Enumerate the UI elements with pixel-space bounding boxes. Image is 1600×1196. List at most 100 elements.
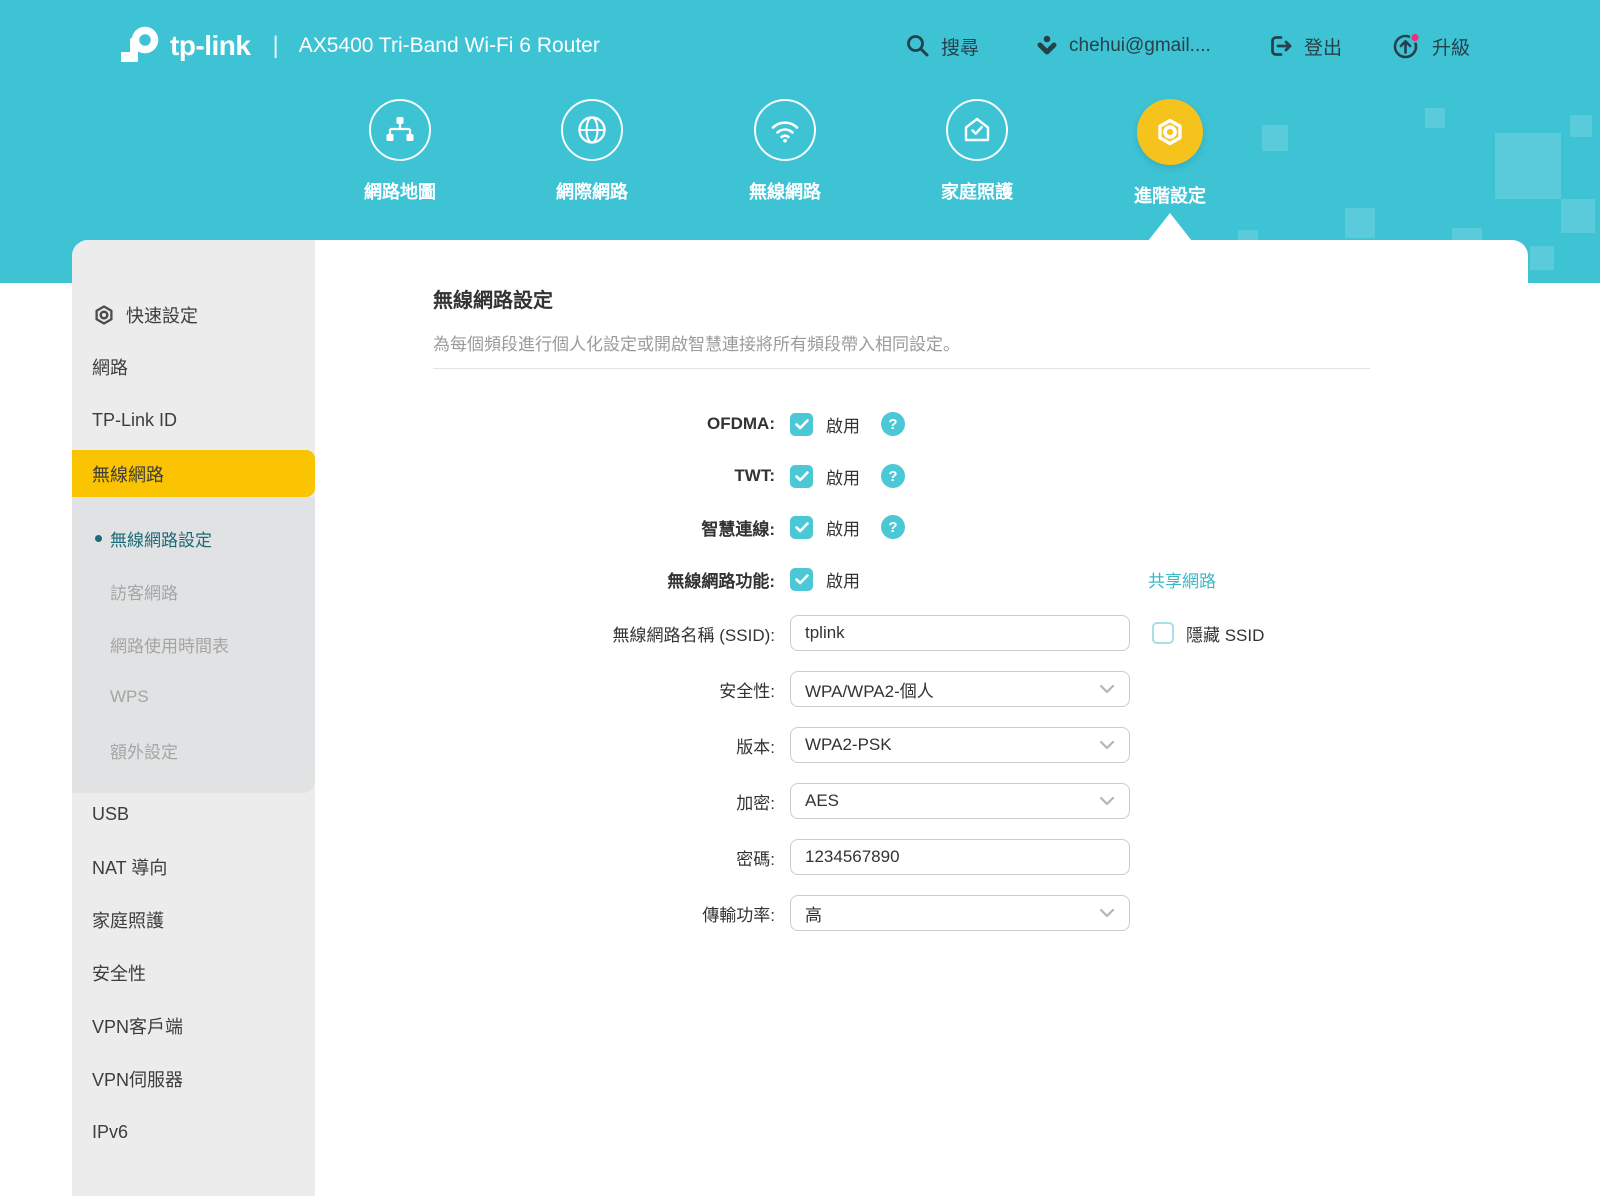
- brand-name: tp-link: [170, 30, 251, 62]
- logout-button[interactable]: 登出: [1268, 0, 1342, 92]
- chevron-down-icon: [1099, 740, 1115, 750]
- help-icon[interactable]: ?: [881, 412, 905, 436]
- account-email: chehui@gmail....: [1069, 35, 1211, 57]
- ofdma-label: OFDMA:: [315, 414, 775, 434]
- nav-internet[interactable]: 網際網路: [512, 99, 672, 204]
- check-icon: [795, 419, 809, 430]
- password-input[interactable]: [790, 839, 1130, 875]
- internet-globe-icon: [561, 99, 623, 161]
- sidebar-item-label: USB: [92, 804, 129, 825]
- sidebar-item-tplink-id[interactable]: TP-Link ID: [72, 407, 315, 433]
- sidebar-item-vpn-client[interactable]: VPN客戶端: [72, 1013, 315, 1039]
- encryption-select-value: AES: [805, 791, 839, 811]
- sidebar-item-label: 家庭照護: [92, 907, 164, 933]
- sidebar-item-usb[interactable]: USB: [72, 801, 315, 827]
- row-version: 版本: WPA2-PSK: [315, 725, 1528, 765]
- encryption-select[interactable]: AES: [790, 783, 1130, 819]
- upgrade-label: 升級: [1432, 33, 1470, 60]
- sidebar-item-quick-setup[interactable]: 快速設定: [72, 302, 315, 328]
- ofdma-checkbox[interactable]: [790, 413, 813, 436]
- version-select[interactable]: WPA2-PSK: [790, 727, 1130, 763]
- sidebar-item-label: 網路: [92, 354, 128, 380]
- nav-label: 網路地圖: [364, 178, 436, 204]
- nav-advanced-active[interactable]: 進階設定: [1090, 99, 1250, 208]
- share-network-link[interactable]: 共享網路: [1148, 567, 1216, 592]
- topbar: tp-link | AX5400 Tri-Band Wi-Fi 6 Router…: [0, 0, 1600, 92]
- submenu-item-wps[interactable]: WPS: [72, 684, 315, 710]
- hide-ssid-label: 隱藏 SSID: [1186, 621, 1264, 646]
- sidebar-item-ipv6[interactable]: IPv6: [72, 1119, 315, 1145]
- check-icon: [795, 574, 809, 585]
- sidebar-item-nat[interactable]: NAT 導向: [72, 854, 315, 880]
- sidebar-item-security[interactable]: 安全性: [72, 960, 315, 986]
- user-icon: [1035, 35, 1059, 57]
- active-bullet: [95, 535, 102, 542]
- sidebar-item-label: VPN伺服器: [92, 1066, 183, 1092]
- sidebar-item-label: NAT 導向: [92, 854, 167, 880]
- account-button[interactable]: chehui@gmail....: [1035, 0, 1211, 92]
- decor-square: [1495, 133, 1561, 199]
- transmit-power-select-value: 高: [805, 901, 822, 926]
- row-encryption: 加密: AES: [315, 781, 1528, 821]
- brand: tp-link | AX5400 Tri-Band Wi-Fi 6 Router: [118, 0, 600, 92]
- sidebar-item-homecare[interactable]: 家庭照護: [72, 907, 315, 933]
- submenu-item-label: WPS: [110, 687, 149, 707]
- nav-label: 家庭照護: [941, 178, 1013, 204]
- sidebar-item-network[interactable]: 網路: [72, 354, 315, 380]
- row-ssid: 無線網路名稱 (SSID): 隱藏 SSID: [315, 613, 1528, 653]
- security-select-value: WPA/WPA2-個人: [805, 677, 934, 702]
- help-icon[interactable]: ?: [881, 464, 905, 488]
- sidebar-item-label: 無線網路: [92, 461, 164, 487]
- row-password: 密碼:: [315, 837, 1528, 877]
- page-description: 為每個頻段進行個人化設定或開啟智慧連接將所有頻段帶入相同設定。: [433, 330, 960, 355]
- help-icon[interactable]: ?: [881, 515, 905, 539]
- submenu-item-label: 無線網路設定: [110, 526, 212, 551]
- ssid-input[interactable]: [790, 615, 1130, 651]
- sidebar-item-label: VPN客戶端: [92, 1013, 183, 1039]
- row-twt: TWT: 啟用 ?: [315, 456, 1528, 496]
- logout-label: 登出: [1304, 33, 1342, 60]
- enable-label: 啟用: [826, 515, 860, 540]
- nav-label: 無線網路: [749, 178, 821, 204]
- transmit-power-select[interactable]: 高: [790, 895, 1130, 931]
- transmit-power-label: 傳輸功率:: [315, 901, 775, 926]
- submenu-item-additional[interactable]: 額外設定: [72, 737, 315, 763]
- nav-homecare[interactable]: 家庭照護: [897, 99, 1057, 204]
- search-button[interactable]: 搜尋: [905, 0, 979, 92]
- sidebar-item-label: IPv6: [92, 1122, 128, 1143]
- wifi-icon: [754, 99, 816, 161]
- nav-network-map[interactable]: 網路地圖: [320, 99, 480, 204]
- active-nav-pointer: [1148, 213, 1192, 241]
- page-title: 無線網路設定: [433, 284, 553, 313]
- network-map-icon: [369, 99, 431, 161]
- submenu-item-label: 訪客網路: [110, 579, 178, 604]
- decor-square: [1262, 125, 1288, 151]
- chevron-down-icon: [1099, 684, 1115, 694]
- content-panel: 無線網路設定 為每個頻段進行個人化設定或開啟智慧連接將所有頻段帶入相同設定。 O…: [315, 240, 1528, 1196]
- enable-label: 啟用: [826, 464, 860, 489]
- submenu-item-guest-network[interactable]: 訪客網路: [72, 578, 315, 604]
- sidebar-item-wireless-active[interactable]: 無線網路: [72, 450, 315, 497]
- security-select[interactable]: WPA/WPA2-個人: [790, 671, 1130, 707]
- sidebar-item-label: 快速設定: [126, 302, 198, 328]
- settings-card: 快速設定 網路 TP-Link ID 無線網路 無線網路設定 訪客網路 網路使用…: [72, 240, 1528, 1196]
- search-icon: [905, 33, 931, 59]
- sidebar-item-label: 安全性: [92, 960, 146, 986]
- check-icon: [795, 522, 809, 533]
- nav-wireless[interactable]: 無線網路: [705, 99, 865, 204]
- sidebar-item-vpn-server[interactable]: VPN伺服器: [72, 1066, 315, 1092]
- wireless-radio-checkbox[interactable]: [790, 568, 813, 591]
- row-ofdma: OFDMA: 啟用 ?: [315, 404, 1528, 444]
- twt-checkbox[interactable]: [790, 465, 813, 488]
- upgrade-button[interactable]: 升級: [1392, 0, 1470, 92]
- submenu-item-schedule[interactable]: 網路使用時間表: [72, 631, 315, 657]
- tp-link-logo-icon: [118, 24, 162, 68]
- hide-ssid-checkbox[interactable]: [1152, 622, 1174, 644]
- smart-connect-checkbox[interactable]: [790, 516, 813, 539]
- row-transmit-power: 傳輸功率: 高: [315, 893, 1528, 933]
- brand-separator: |: [273, 32, 279, 60]
- sidebar-item-label: TP-Link ID: [92, 410, 177, 431]
- row-smart-connect: 智慧連線: 啟用 ?: [315, 507, 1528, 547]
- submenu-item-wireless-settings[interactable]: 無線網路設定: [72, 525, 315, 551]
- ssid-label: 無線網路名稱 (SSID):: [315, 621, 775, 646]
